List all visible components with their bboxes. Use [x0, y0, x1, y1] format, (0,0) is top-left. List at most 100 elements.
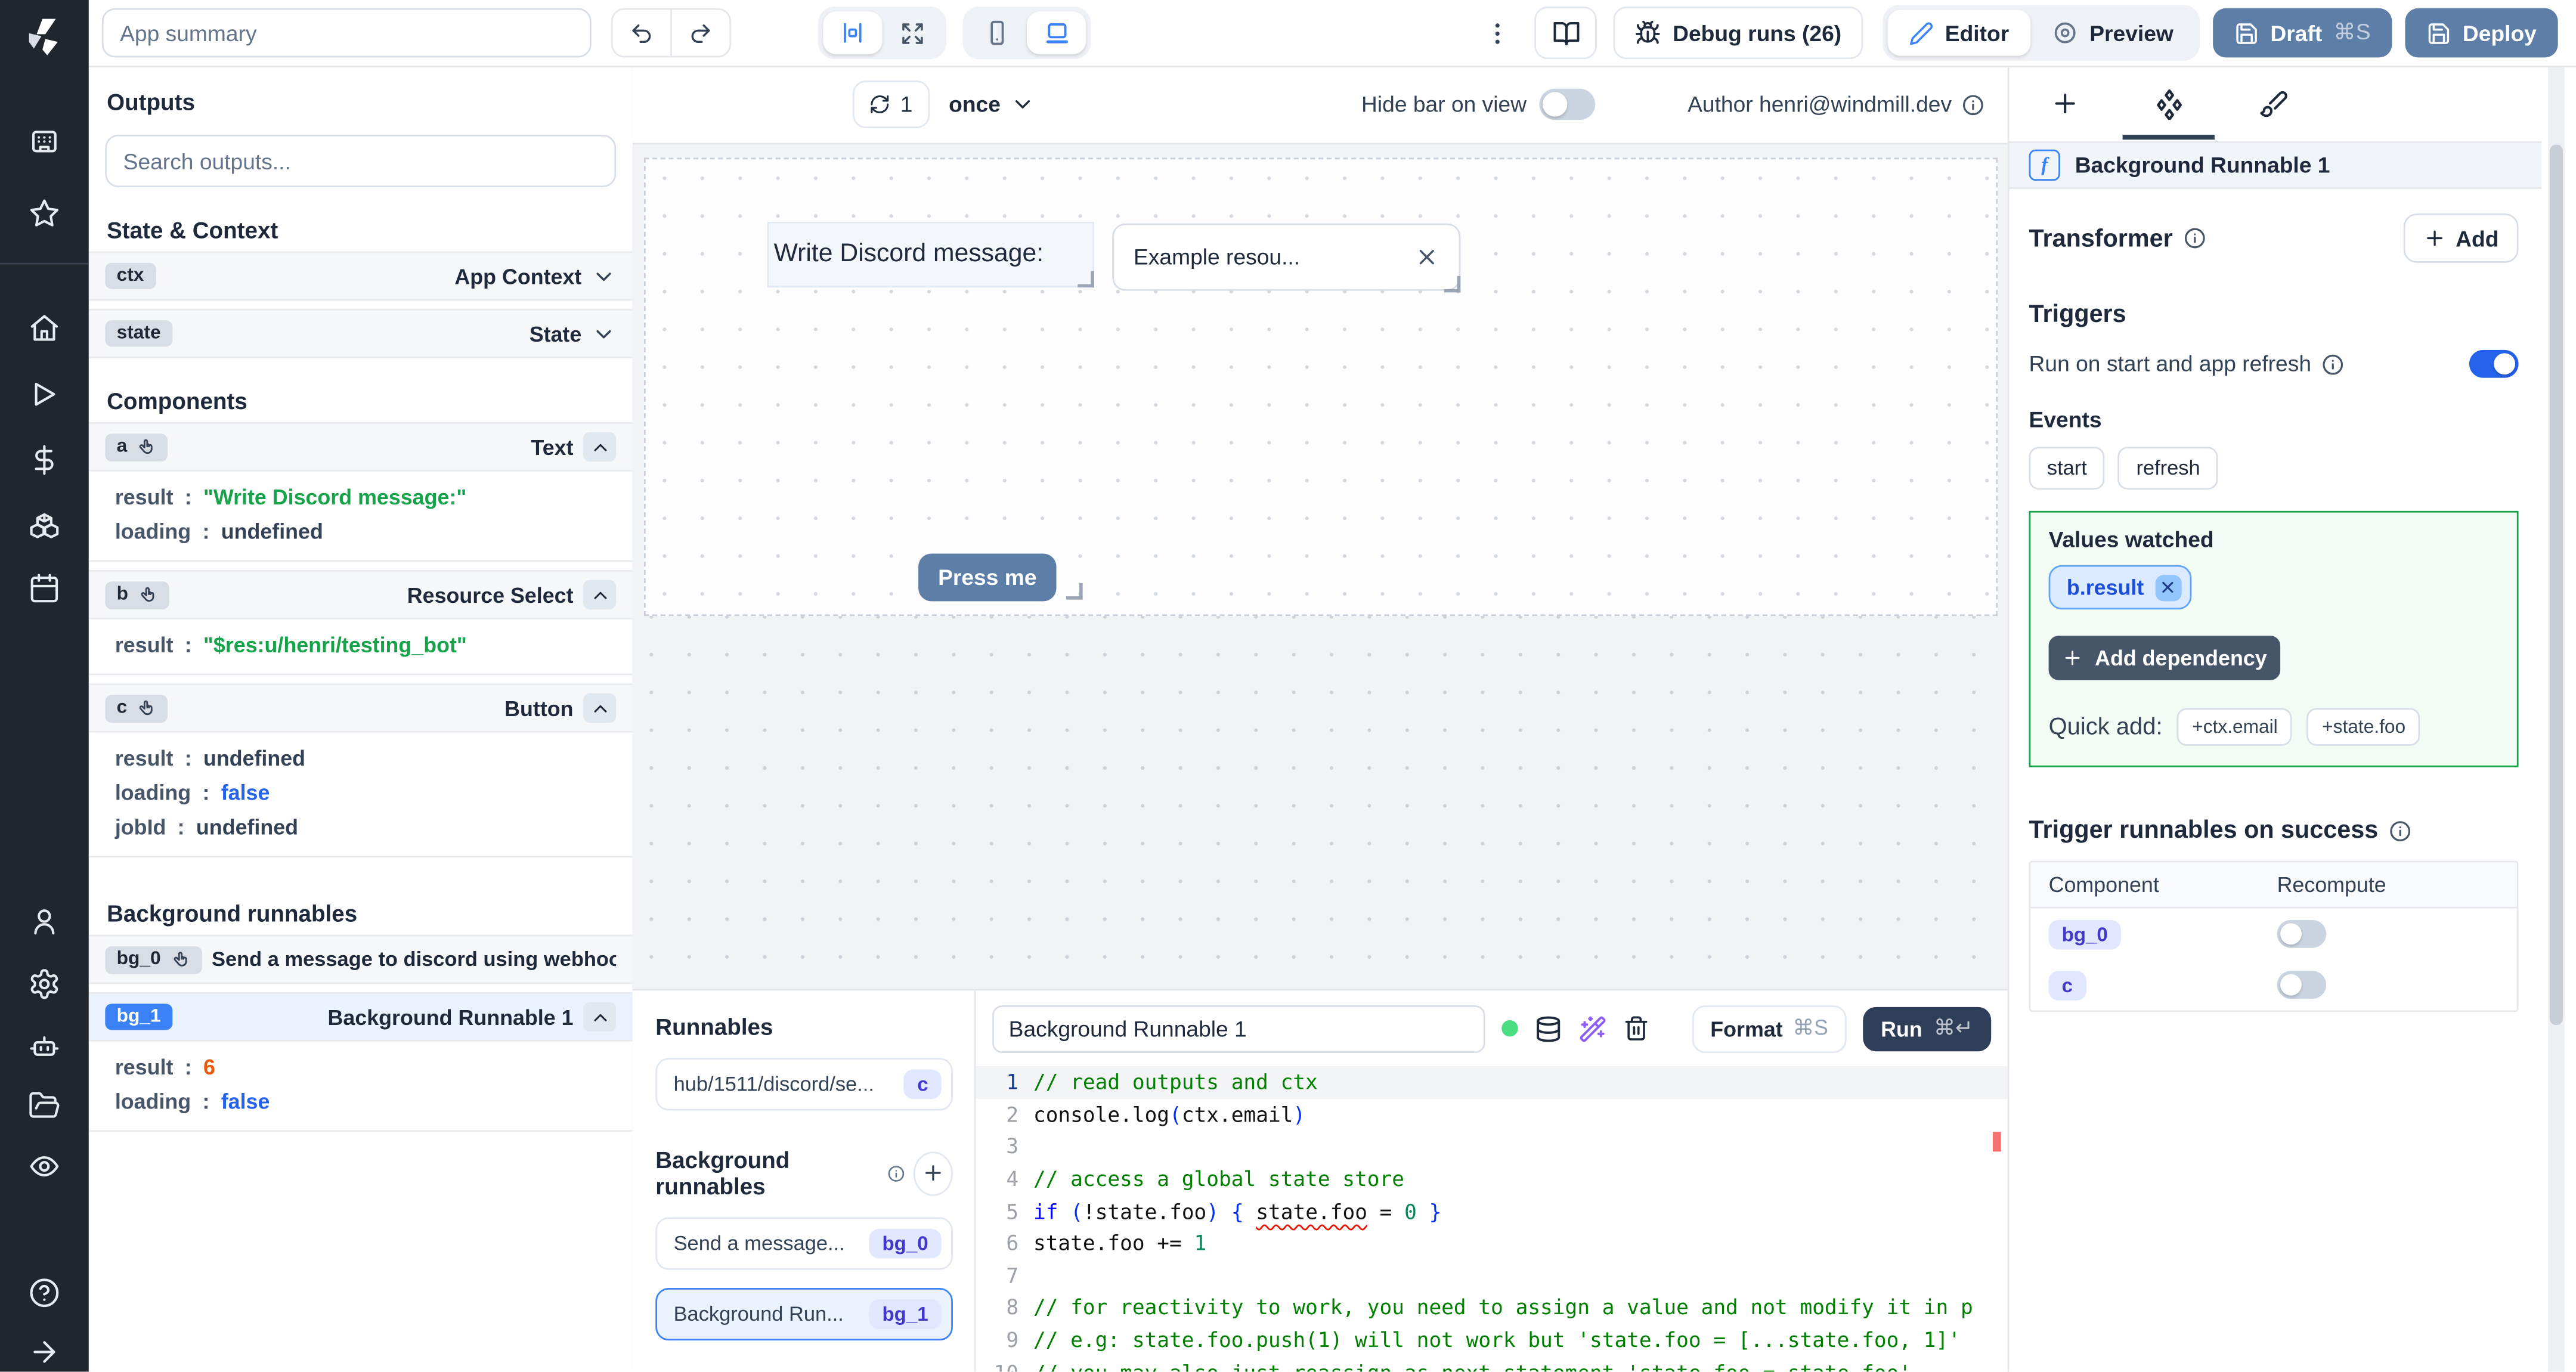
- chevron-up-button[interactable]: [583, 580, 617, 610]
- user-icon[interactable]: [28, 905, 61, 938]
- output-row-ctx[interactable]: ctx App Context: [88, 251, 633, 301]
- watched-chip-b.result[interactable]: b.result: [2048, 565, 2192, 610]
- component-id-badge[interactable]: c: [105, 694, 169, 722]
- redo-button[interactable]: [672, 10, 729, 56]
- workspace-icon[interactable]: [28, 126, 61, 159]
- style-tab[interactable]: [2259, 89, 2289, 119]
- output-field[interactable]: loading: false: [89, 775, 633, 810]
- format-button[interactable]: Format ⌘S: [1692, 1004, 1847, 1052]
- docs-button[interactable]: [1534, 7, 1597, 60]
- preview-tab[interactable]: Preview: [2030, 10, 2195, 56]
- output-row-c[interactable]: c Button: [88, 683, 633, 733]
- runnable-name-input[interactable]: Background Runnable 1: [992, 1004, 1485, 1052]
- recompute-toggle-c[interactable]: [2277, 971, 2327, 999]
- debug-runs-button[interactable]: Debug runs (26): [1613, 7, 1863, 60]
- quick-add-chip[interactable]: +ctx.email: [2177, 708, 2293, 746]
- resource-select-component[interactable]: Example resou...: [1112, 223, 1461, 293]
- app-summary-input[interactable]: App summary: [101, 8, 592, 58]
- runnable-card-c[interactable]: hub/1511/discord/se... c: [655, 1058, 953, 1111]
- add-component-tab[interactable]: [2050, 89, 2080, 119]
- component-id-badge[interactable]: state: [105, 320, 172, 347]
- chevron-down-icon[interactable]: [592, 321, 616, 346]
- output-field[interactable]: result: "Write Discord message:": [89, 479, 633, 514]
- vertical-scrollbar[interactable]: [2548, 66, 2565, 1372]
- delete-trash-icon[interactable]: [1623, 1015, 1649, 1042]
- refresh-mode-dropdown[interactable]: once: [949, 92, 1035, 117]
- resize-handle-icon[interactable]: [1078, 271, 1094, 288]
- recompute-toggle-bg_0[interactable]: [2277, 919, 2327, 948]
- code-line-4[interactable]: 4 // access a global state store: [976, 1163, 2008, 1195]
- code-area[interactable]: 1// read outputs and ctx 2 console.log(ctx…: [976, 1066, 2008, 1372]
- add-background-runnable-button[interactable]: [913, 1150, 953, 1196]
- info-icon[interactable]: [2182, 227, 2206, 250]
- app-canvas[interactable]: Write Discord message: Example resou... …: [632, 144, 2008, 989]
- component-id-badge[interactable]: b: [105, 580, 169, 609]
- chevron-up-button[interactable]: [583, 1002, 617, 1032]
- workers-bot-icon[interactable]: [28, 1030, 61, 1063]
- component-id-badge[interactable]: bg_1: [105, 1004, 172, 1030]
- text-component[interactable]: Write Discord message:: [767, 221, 1094, 288]
- canvas-grid-container[interactable]: Write Discord message: Example resou... …: [643, 157, 1998, 617]
- code-line-7[interactable]: 7: [976, 1259, 2008, 1292]
- code-line-3[interactable]: 3: [976, 1131, 2008, 1163]
- favorites-star-icon[interactable]: [28, 197, 61, 230]
- output-field[interactable]: loading: false: [89, 1084, 633, 1119]
- fullscreen-layout-button[interactable]: [882, 11, 941, 54]
- output-row-bg_1[interactable]: bg_1 Background Runnable 1: [88, 992, 633, 1042]
- refresh-count-button[interactable]: 1: [852, 80, 930, 128]
- code-line-6[interactable]: 6 state.foo += 1: [976, 1227, 2008, 1259]
- output-field[interactable]: result: undefined: [89, 741, 633, 776]
- schedules-calendar-icon[interactable]: [28, 572, 61, 605]
- output-row-bg_0[interactable]: bg_0 Send a message to discord using webh…: [88, 934, 633, 984]
- more-menu-icon[interactable]: [1484, 19, 1512, 47]
- run-button[interactable]: Run ⌘↵: [1862, 1006, 1992, 1051]
- undo-button[interactable]: [613, 10, 672, 56]
- info-icon[interactable]: [2388, 819, 2411, 842]
- output-field[interactable]: result:6: [89, 1050, 633, 1085]
- output-row-b[interactable]: b Resource Select: [88, 570, 633, 620]
- code-line-9[interactable]: 9 // e.g: state.foo.push(1) will not work…: [976, 1324, 2008, 1356]
- chevron-down-icon[interactable]: [592, 264, 616, 288]
- clear-selection-icon[interactable]: [1414, 245, 1439, 270]
- chevron-up-button[interactable]: [583, 693, 617, 723]
- editor-tab[interactable]: Editor: [1887, 10, 2031, 56]
- component-id-badge[interactable]: ctx: [105, 262, 156, 289]
- chevron-up-button[interactable]: [583, 432, 617, 462]
- quick-add-chip[interactable]: +state.foo: [2307, 708, 2420, 746]
- event-chip-start[interactable]: start: [2029, 447, 2106, 490]
- press-me-button-component[interactable]: Press me: [918, 553, 1057, 602]
- collapse-arrow-icon[interactable]: [28, 1336, 61, 1368]
- search-outputs-input[interactable]: Search outputs...: [105, 134, 617, 188]
- info-icon[interactable]: [2321, 352, 2345, 376]
- centered-layout-button[interactable]: [823, 11, 883, 54]
- run-on-start-toggle[interactable]: [2469, 349, 2519, 378]
- ai-wand-icon[interactable]: [1579, 1014, 1607, 1042]
- scrollbar-thumb[interactable]: [2549, 144, 2563, 1026]
- output-row-a[interactable]: a Text: [88, 422, 633, 472]
- connections-tab[interactable]: [2154, 88, 2185, 119]
- deploy-button[interactable]: Deploy: [2405, 8, 2558, 58]
- home-icon[interactable]: [28, 312, 61, 345]
- add-transformer-button[interactable]: Add: [2403, 213, 2519, 263]
- desktop-view-button[interactable]: [1026, 11, 1086, 54]
- add-dependency-button[interactable]: Add dependency: [2048, 636, 2281, 680]
- draft-button[interactable]: Draft ⌘S: [2212, 8, 2392, 58]
- hide-bar-toggle[interactable]: [1540, 88, 1596, 120]
- mobile-view-button[interactable]: [968, 11, 1027, 54]
- folders-icon[interactable]: [28, 1089, 61, 1122]
- code-line-5[interactable]: 5 if (!state.foo) { state.foo = 0 }: [976, 1195, 2008, 1227]
- output-field[interactable]: loading: undefined: [89, 514, 633, 549]
- code-line-2[interactable]: 2 console.log(ctx.email): [976, 1098, 2008, 1131]
- output-field[interactable]: result: "$res:u/henri/testing_bot": [89, 627, 633, 662]
- runnable-card-bg_1[interactable]: Background Run... bg_1: [655, 1287, 953, 1341]
- code-line-1[interactable]: 1 // read outputs and ctx: [976, 1066, 2008, 1099]
- output-row-state[interactable]: state State: [88, 308, 633, 358]
- runnable-card-bg_0[interactable]: Send a message... bg_0: [655, 1217, 953, 1270]
- event-chip-refresh[interactable]: refresh: [2118, 447, 2218, 490]
- resize-handle-icon[interactable]: [1066, 583, 1083, 600]
- windmill-logo-icon[interactable]: [21, 13, 67, 59]
- info-icon[interactable]: [1962, 93, 1985, 116]
- help-icon[interactable]: [28, 1277, 61, 1309]
- component-id-badge[interactable]: a: [105, 432, 169, 461]
- output-field[interactable]: jobId: undefined: [89, 810, 633, 844]
